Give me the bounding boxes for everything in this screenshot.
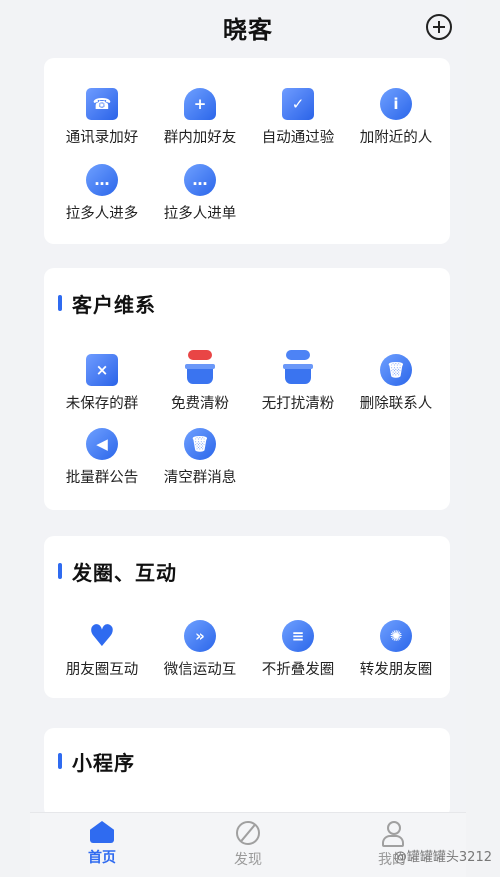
section-title: 客户维系 <box>58 288 156 318</box>
add-plus-icon[interactable] <box>426 14 452 40</box>
app-title: 晓客 <box>223 15 273 44</box>
group-add-friend-icon: + <box>184 88 216 120</box>
growth-tools-card: ☎ 通讯录加好 + 群内加好友 ✓ 自动通过验 i 加附近的人 … 拉多人进多 … <box>44 58 450 244</box>
tool-clear-group-messages[interactable]: 🗑 清空群消息 <box>151 428 249 494</box>
section-accent-bar <box>58 563 62 579</box>
unsaved-group-icon: × <box>86 354 118 386</box>
top-bar: 晓客 <box>30 0 466 54</box>
tool-pull-multi-group[interactable]: … 拉多人进多 <box>53 164 151 230</box>
tool-free-clean[interactable]: 免费清粉 <box>151 350 249 420</box>
compass-icon <box>236 821 260 845</box>
aperture-icon: ✺ <box>380 620 412 652</box>
chat-bubbles-icon: … <box>86 164 118 196</box>
tool-no-fold-post[interactable]: ≡ 不折叠发圈 <box>249 620 347 686</box>
tool-pull-single-group[interactable]: … 拉多人进单 <box>151 164 249 230</box>
app-screen: 晓客 ☎ 通讯录加好 + 群内加好友 ✓ 自动通过验 i 加附近的人 … 拉多人… <box>30 0 466 877</box>
section-title: 小程序 <box>58 746 135 776</box>
auto-verify-shield-icon: ✓ <box>282 88 314 120</box>
customer-care-card: 客户维系 × 未保存的群 免费清粉 无打扰清粉 🗑 删除联系人 ◀ 批量群公告 … <box>44 268 450 510</box>
tool-no-disturb-clean[interactable]: 无打扰清粉 <box>249 350 347 420</box>
trash-icon: 🗑 <box>380 354 412 386</box>
nearby-people-icon: i <box>380 88 412 120</box>
section-accent-bar <box>58 753 62 769</box>
chat-bubbles-icon: … <box>184 164 216 196</box>
no-disturb-clean-basket-icon <box>282 350 314 386</box>
tool-contacts-add[interactable]: ☎ 通讯录加好 <box>53 88 151 154</box>
free-clean-basket-icon <box>184 350 216 386</box>
tool-moments-interact[interactable]: ♥ 朋友圈互动 <box>53 618 151 686</box>
tool-wechat-sport[interactable]: » 微信运动互 <box>151 620 249 686</box>
tool-nearby-people[interactable]: i 加附近的人 <box>347 88 445 154</box>
heart-icon: ♥ <box>88 618 116 654</box>
contacts-add-icon: ☎ <box>86 88 118 120</box>
message-lines-icon: ≡ <box>282 620 314 652</box>
tool-forward-moments[interactable]: ✺ 转发朋友圈 <box>347 620 445 686</box>
tab-home[interactable]: 首页 <box>72 821 132 871</box>
mini-program-card: 小程序 <box>44 728 450 818</box>
trash-icon: 🗑 <box>184 428 216 460</box>
moments-interaction-card: 发圈、互动 ♥ 朋友圈互动 » 微信运动互 ≡ 不折叠发圈 ✺ 转发朋友圈 <box>44 536 450 698</box>
bottom-tab-bar: 首页 发现 我的 <box>30 812 466 877</box>
watermark-text: @罐罐罐头3212 <box>393 850 492 865</box>
home-icon <box>90 821 114 843</box>
tool-unsaved-group[interactable]: × 未保存的群 <box>53 354 151 420</box>
tool-bulk-announcement[interactable]: ◀ 批量群公告 <box>53 428 151 494</box>
running-icon: » <box>184 620 216 652</box>
tool-auto-verify[interactable]: ✓ 自动通过验 <box>249 88 347 154</box>
tool-group-add-friend[interactable]: + 群内加好友 <box>151 88 249 154</box>
section-title: 发圈、互动 <box>58 556 177 586</box>
profile-icon <box>380 821 404 847</box>
tool-delete-contacts[interactable]: 🗑 删除联系人 <box>347 354 445 420</box>
section-accent-bar <box>58 295 62 311</box>
megaphone-icon: ◀ <box>86 428 118 460</box>
tab-discover[interactable]: 发现 <box>218 821 278 871</box>
